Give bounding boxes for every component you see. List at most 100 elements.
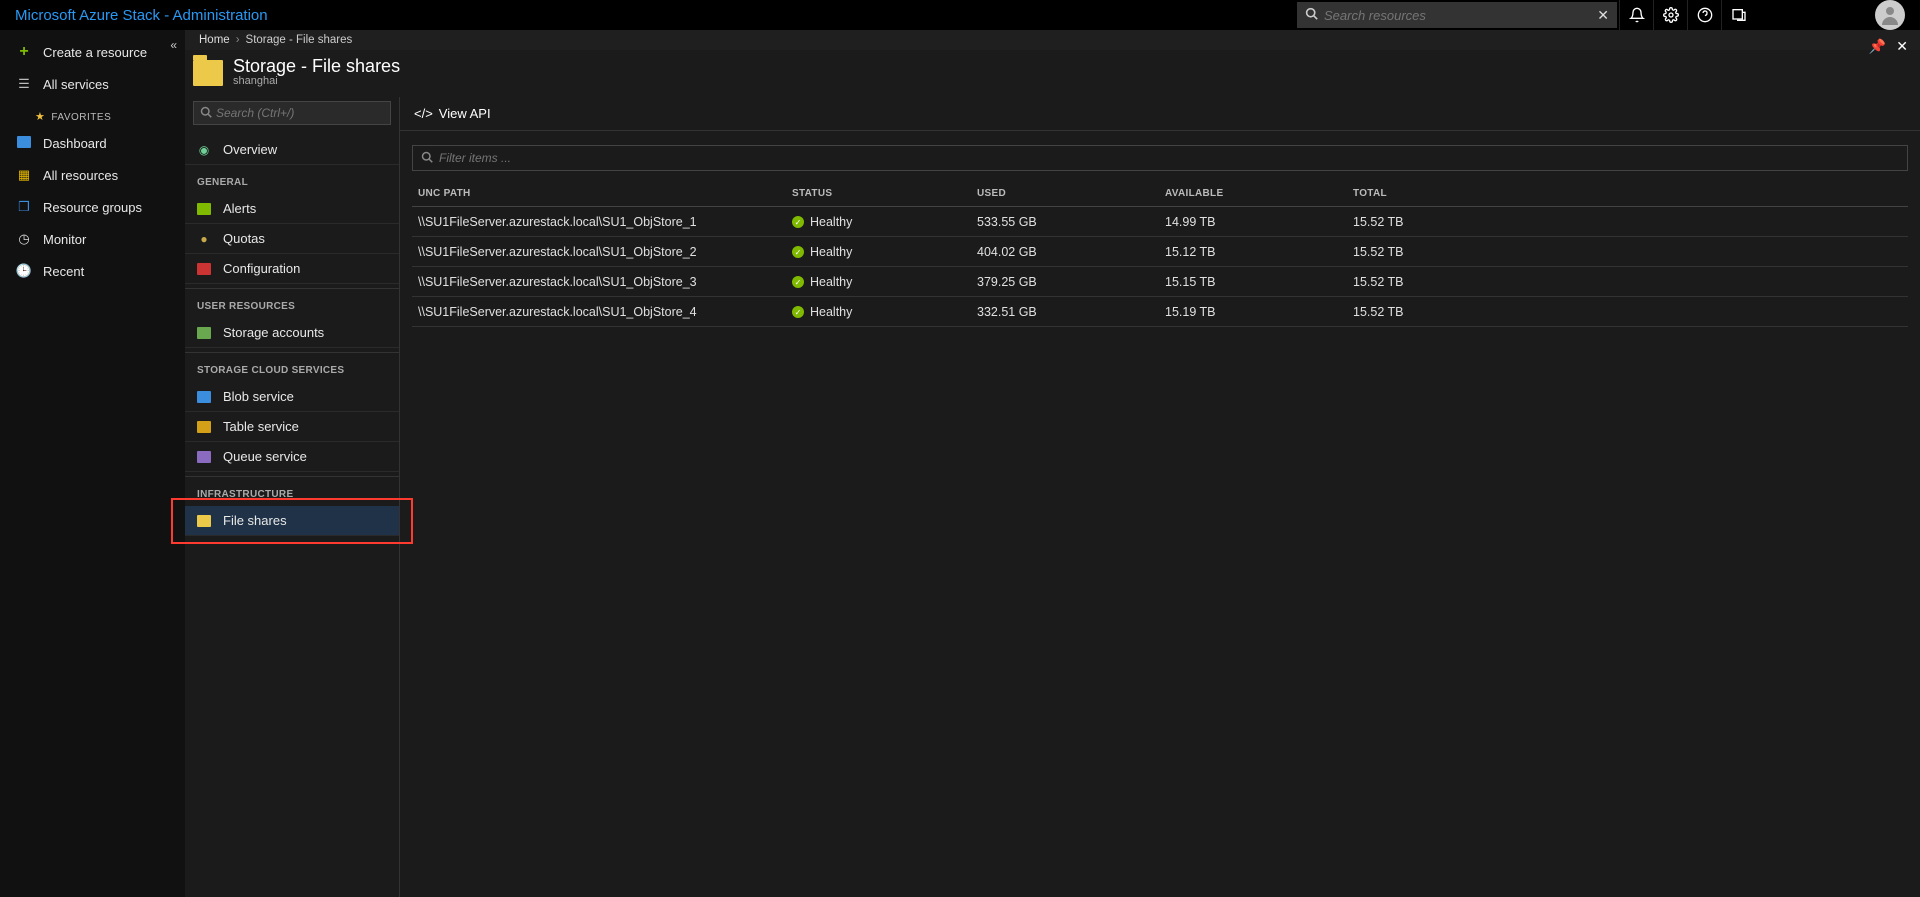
folder-icon: [193, 60, 223, 86]
globe-icon: ◉: [195, 142, 213, 158]
menu-section-general: GENERAL: [185, 165, 399, 194]
collapse-nav-icon[interactable]: «: [170, 38, 177, 52]
pin-icon[interactable]: 📌: [1869, 38, 1886, 55]
cell-unc: \\SU1FileServer.azurestack.local\SU1_Obj…: [412, 245, 792, 259]
grid-icon: ▦: [15, 167, 33, 183]
menu-storage-accounts[interactable]: Storage accounts: [185, 318, 399, 348]
feedback-icon[interactable]: [1721, 0, 1755, 30]
close-icon[interactable]: ✕: [1896, 38, 1908, 55]
menu-section-user-resources: USER RESOURCES: [185, 288, 399, 318]
clear-search-icon[interactable]: ✕: [1597, 7, 1609, 24]
table-row[interactable]: \\SU1FileServer.azurestack.local\SU1_Obj…: [412, 297, 1908, 327]
storage-icon: [195, 325, 213, 341]
nav-resource-groups[interactable]: ❒ Resource groups: [0, 191, 185, 223]
filter-input[interactable]: [439, 151, 1899, 165]
nav-all-resources[interactable]: ▦ All resources: [0, 159, 185, 191]
table-row[interactable]: \\SU1FileServer.azurestack.local\SU1_Obj…: [412, 237, 1908, 267]
all-services-link[interactable]: ☰ All services: [0, 68, 185, 100]
cell-status: ✓Healthy: [792, 214, 977, 230]
view-api-label: View API: [439, 106, 491, 121]
menu-label: Alerts: [223, 201, 256, 216]
menu-blob-service[interactable]: Blob service: [185, 382, 399, 412]
all-services-label: All services: [43, 77, 109, 92]
menu-search[interactable]: [193, 101, 391, 125]
left-nav: « + Create a resource ☰ All services ★FA…: [0, 30, 185, 897]
menu-label: Configuration: [223, 261, 300, 276]
notifications-icon[interactable]: [1619, 0, 1653, 30]
plus-icon: +: [15, 43, 33, 61]
nav-dashboard[interactable]: Dashboard: [0, 127, 185, 159]
help-icon[interactable]: [1687, 0, 1721, 30]
cell-unc: \\SU1FileServer.azurestack.local\SU1_Obj…: [412, 275, 792, 289]
cell-status: ✓Healthy: [792, 304, 977, 320]
cell-total: 15.52 TB: [1353, 215, 1908, 229]
menu-file-shares[interactable]: File shares: [185, 506, 399, 536]
search-icon: [1305, 7, 1318, 23]
view-api-button[interactable]: </> View API: [414, 106, 491, 121]
cell-status: ✓Healthy: [792, 244, 977, 260]
healthy-icon: ✓: [792, 276, 804, 288]
blade-subtitle: shanghai: [233, 75, 1906, 87]
settings-icon[interactable]: [1653, 0, 1687, 30]
nav-monitor[interactable]: ◷ Monitor: [0, 223, 185, 255]
menu-alerts[interactable]: Alerts: [185, 194, 399, 224]
table-row[interactable]: \\SU1FileServer.azurestack.local\SU1_Obj…: [412, 267, 1908, 297]
healthy-icon: ✓: [792, 246, 804, 258]
global-search-input[interactable]: [1324, 8, 1597, 23]
menu-configuration[interactable]: Configuration: [185, 254, 399, 284]
blob-icon: [195, 389, 213, 405]
portal-title: Microsoft Azure Stack - Administration: [15, 7, 268, 24]
breadcrumb-current: Storage - File shares: [246, 34, 353, 46]
file-shares-table: UNC PATH STATUS USED AVAILABLE TOTAL \\S…: [412, 181, 1908, 327]
col-status-header[interactable]: STATUS: [792, 188, 977, 199]
menu-label: Storage accounts: [223, 325, 324, 340]
create-resource-label: Create a resource: [43, 45, 147, 60]
user-avatar[interactable]: [1875, 0, 1905, 30]
pie-icon: ●: [195, 231, 213, 247]
menu-overview[interactable]: ◉ Overview: [185, 135, 399, 165]
menu-label: Table service: [223, 419, 299, 434]
table-icon: [195, 419, 213, 435]
menu-queue-service[interactable]: Queue service: [185, 442, 399, 472]
cell-used: 379.25 GB: [977, 275, 1165, 289]
dashboard-icon: [15, 136, 33, 151]
table-header: UNC PATH STATUS USED AVAILABLE TOTAL: [412, 181, 1908, 207]
chevron-right-icon: ›: [236, 34, 240, 46]
menu-label: File shares: [223, 513, 287, 528]
cell-available: 15.15 TB: [1165, 275, 1353, 289]
menu-label: Blob service: [223, 389, 294, 404]
folder-small-icon: [195, 513, 213, 529]
col-total-header[interactable]: TOTAL: [1353, 188, 1908, 199]
nav-label: Recent: [43, 264, 84, 279]
search-icon: [421, 151, 433, 166]
menu-label: Quotas: [223, 231, 265, 246]
menu-table-service[interactable]: Table service: [185, 412, 399, 442]
table-row[interactable]: \\SU1FileServer.azurestack.local\SU1_Obj…: [412, 207, 1908, 237]
cell-available: 15.12 TB: [1165, 245, 1353, 259]
top-bar: Microsoft Azure Stack - Administration ✕: [0, 0, 1920, 30]
clock-icon: 🕒: [15, 263, 33, 279]
breadcrumb-home[interactable]: Home: [199, 34, 230, 46]
nav-label: Resource groups: [43, 200, 142, 215]
nav-label: All resources: [43, 168, 118, 183]
cube-icon: ❒: [15, 199, 33, 215]
breadcrumb: Home › Storage - File shares: [185, 30, 1920, 50]
code-icon: </>: [414, 106, 433, 121]
nav-recent[interactable]: 🕒 Recent: [0, 255, 185, 287]
menu-search-input[interactable]: [216, 106, 384, 120]
top-right: ✕: [1297, 0, 1905, 30]
blade-content: </> View API UNC PATH STATUS USED: [400, 97, 1920, 897]
menu-section-cloud-services: STORAGE CLOUD SERVICES: [185, 352, 399, 382]
col-used-header[interactable]: USED: [977, 188, 1165, 199]
cell-unc: \\SU1FileServer.azurestack.local\SU1_Obj…: [412, 215, 792, 229]
global-search[interactable]: ✕: [1297, 2, 1617, 28]
col-available-header[interactable]: AVAILABLE: [1165, 188, 1353, 199]
create-resource-link[interactable]: + Create a resource: [0, 36, 185, 68]
blade-toolbar: </> View API: [400, 97, 1920, 131]
cell-available: 14.99 TB: [1165, 215, 1353, 229]
filter-box[interactable]: [412, 145, 1908, 171]
menu-section-infrastructure: INFRASTRUCTURE: [185, 476, 399, 506]
col-unc-header[interactable]: UNC PATH: [412, 188, 792, 199]
menu-quotas[interactable]: ● Quotas: [185, 224, 399, 254]
blade-actions: 📌 ✕: [1869, 38, 1908, 55]
